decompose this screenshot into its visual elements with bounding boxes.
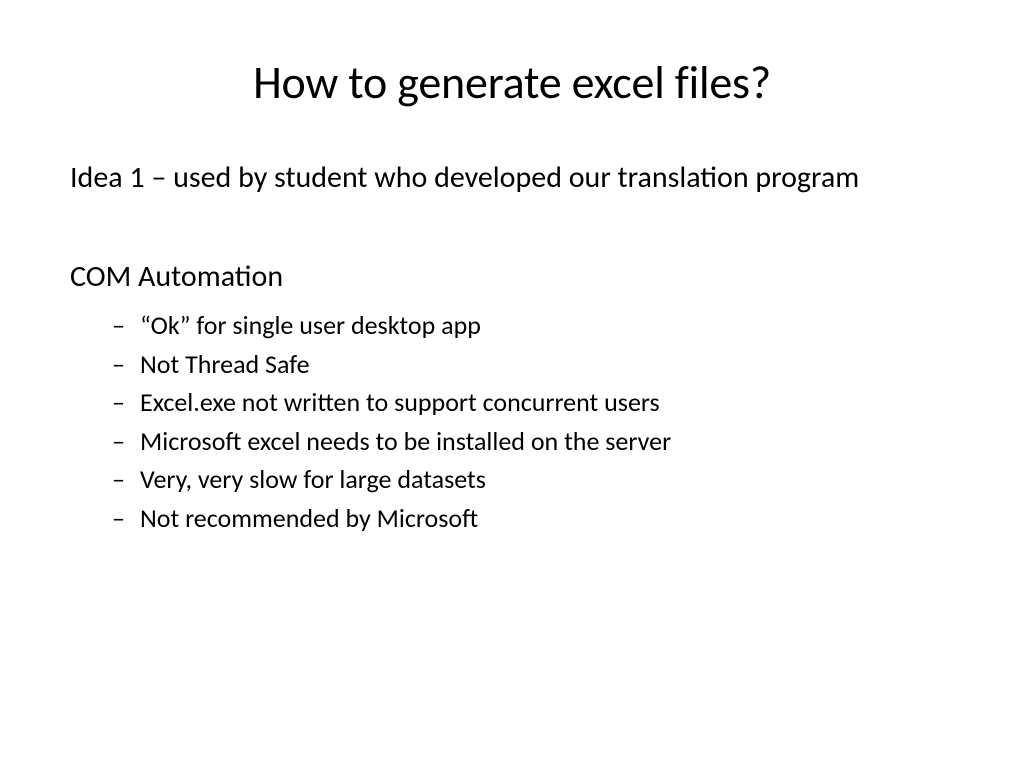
list-item: Not Thread Safe xyxy=(140,345,954,383)
bullet-list: “Ok” for single user desktop app Not Thr… xyxy=(70,306,954,537)
section-heading: COM Automation xyxy=(70,257,954,296)
intro-text: Idea 1 – used by student who developed o… xyxy=(70,159,954,197)
list-item: Very, very slow for large datasets xyxy=(140,460,954,498)
slide-title: How to generate excel files? xyxy=(70,55,954,111)
list-item: Microsoft excel needs to be installed on… xyxy=(140,422,954,460)
list-item: Excel.exe not written to support concurr… xyxy=(140,383,954,421)
list-item: “Ok” for single user desktop app xyxy=(140,306,954,344)
list-item: Not recommended by Microsoft xyxy=(140,499,954,537)
